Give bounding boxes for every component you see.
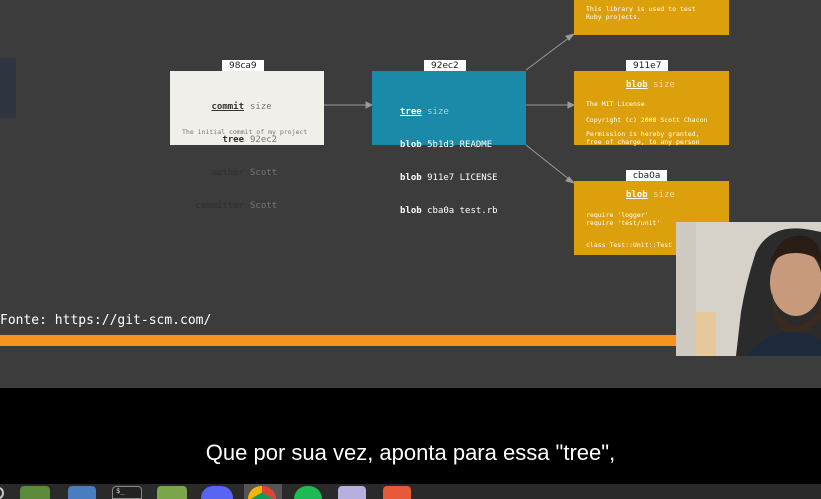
author-key: author bbox=[211, 168, 244, 178]
photo-icon[interactable] bbox=[383, 486, 411, 499]
blob-row-license: 911e7 LICENSE bbox=[427, 173, 498, 183]
webcam-person-image bbox=[676, 222, 821, 356]
window-icon[interactable] bbox=[68, 486, 96, 499]
author-val: Scott bbox=[250, 168, 278, 178]
subtitle-text: Que por sua vez, aponta para essa "tree"… bbox=[205, 440, 616, 465]
blob-test-line: class Test::Unit::Test bbox=[586, 241, 673, 249]
spotify-icon[interactable] bbox=[294, 486, 322, 499]
commit-message: The initial commit of my project bbox=[182, 128, 308, 136]
commit-key: commit bbox=[211, 102, 244, 112]
blob-test-key: blob bbox=[626, 190, 648, 200]
orange-divider bbox=[0, 335, 680, 346]
blob-license-line: free of charge, to any person bbox=[586, 138, 700, 146]
blob-test-line: require 'logger' bbox=[586, 211, 649, 219]
blob-row-key: blob bbox=[400, 140, 422, 150]
subtitle-area: Que por sua vez, aponta para essa "tree"… bbox=[0, 388, 821, 484]
blob-license-key: blob bbox=[626, 80, 648, 90]
tree-val: 92ec2 bbox=[250, 135, 278, 145]
blob-license-card: blob size The MIT License Copyright (c) … bbox=[574, 71, 729, 146]
commit-val: size bbox=[250, 102, 272, 112]
terminal-icon[interactable]: $_ bbox=[112, 486, 142, 499]
discord-icon[interactable] bbox=[201, 486, 233, 499]
source-caption: Fonte: https://git-scm.com/ bbox=[0, 313, 212, 328]
blob-license-size: size bbox=[653, 80, 675, 90]
tree-row-val: size bbox=[427, 107, 449, 117]
tree-card: tree size blob 5b1d3 README blob 911e7 L… bbox=[372, 71, 526, 216]
blob-row-readme: 5b1d3 README bbox=[427, 140, 493, 150]
blob-test-line: require 'test/unit' bbox=[586, 219, 661, 227]
webcam-overlay bbox=[676, 222, 821, 356]
blob-readme-card: This library is used to test Ruby projec… bbox=[574, 0, 729, 35]
blob-row-key: blob bbox=[400, 206, 422, 216]
slide: This library is used to test Ruby projec… bbox=[0, 0, 821, 388]
files-icon[interactable] bbox=[20, 486, 50, 499]
blob-license-line: Permission is hereby granted, bbox=[586, 130, 700, 138]
commit-card: commit tree author committer size 92ec2 … bbox=[170, 71, 324, 211]
taskbar: $_ bbox=[0, 484, 821, 499]
notes-icon[interactable] bbox=[338, 486, 366, 499]
blob-test-size: size bbox=[653, 190, 675, 200]
blob-row-key: blob bbox=[400, 173, 422, 183]
blob-readme-text: This library is used to test Ruby projec… bbox=[586, 5, 696, 21]
folder-icon[interactable] bbox=[157, 486, 187, 499]
blob-row-test: cba0a test.rb bbox=[427, 206, 498, 216]
blob-license-line: The MIT License bbox=[586, 100, 645, 108]
tree-key: tree bbox=[222, 135, 244, 145]
committer-key: committer bbox=[195, 201, 244, 211]
power-icon[interactable] bbox=[0, 487, 4, 499]
tree-row-key: tree bbox=[400, 107, 422, 117]
blob-license-line: Copyright (c) 2008 Scott Chacon bbox=[586, 116, 708, 124]
committer-val: Scott bbox=[250, 201, 278, 211]
